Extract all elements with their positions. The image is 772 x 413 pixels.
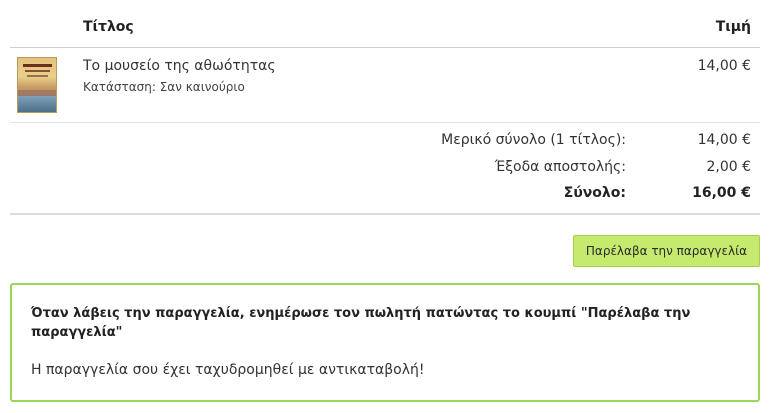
shipping-label: Έξοδα αποστολής:: [494, 159, 626, 175]
book-title[interactable]: Το μουσείο της αθωότητας: [83, 58, 276, 74]
order-table: Τίτλος Τιμή Το μουσείο της αθωότητας Κατ…: [10, 0, 760, 215]
total-label: Σύνολο:: [563, 185, 626, 201]
book-cover-image[interactable]: [17, 57, 57, 113]
subtotal-value: 14,00 €: [697, 132, 751, 148]
total-value: 16,00 €: [692, 185, 751, 201]
table-header: Τίτλος Τιμή: [10, 0, 760, 48]
title-column-header: Τίτλος: [83, 19, 134, 35]
cover-band: [18, 90, 56, 96]
book-price: 14,00 €: [697, 58, 751, 74]
notice-status: Η παραγγελία σου έχει ταχυδρομηθεί με αν…: [31, 362, 425, 378]
cover-author-mark: [25, 70, 50, 72]
notice-box: Όταν λάβεις την παραγγελία, ενημέρωσε το…: [10, 283, 760, 402]
table-row: Το μουσείο της αθωότητας Κατάσταση: Σαν …: [10, 48, 760, 123]
order-totals: Μερικό σύνολο (1 τίτλος): 14,00 € Έξοδα …: [10, 123, 760, 215]
subtotal-row: Μερικό σύνολο (1 τίτλος): 14,00 €: [10, 132, 760, 152]
shipping-value: 2,00 €: [706, 159, 751, 175]
cover-title-mark: [23, 64, 52, 67]
book-condition: Κατάσταση: Σαν καινούριο: [83, 80, 245, 94]
cover-subtitle-mark: [27, 75, 48, 77]
shipping-row: Έξοδα αποστολής: 2,00 €: [10, 159, 760, 179]
subtotal-label: Μερικό σύνολο (1 τίτλος):: [441, 132, 626, 148]
notice-instruction: Όταν λάβεις την παραγγελία, ενημέρωσε το…: [31, 306, 691, 340]
order-received-button[interactable]: Παρέλαβα την παραγγελία: [573, 235, 760, 267]
total-row: Σύνολο: 16,00 €: [10, 185, 760, 205]
price-column-header: Τιμή: [715, 19, 751, 35]
